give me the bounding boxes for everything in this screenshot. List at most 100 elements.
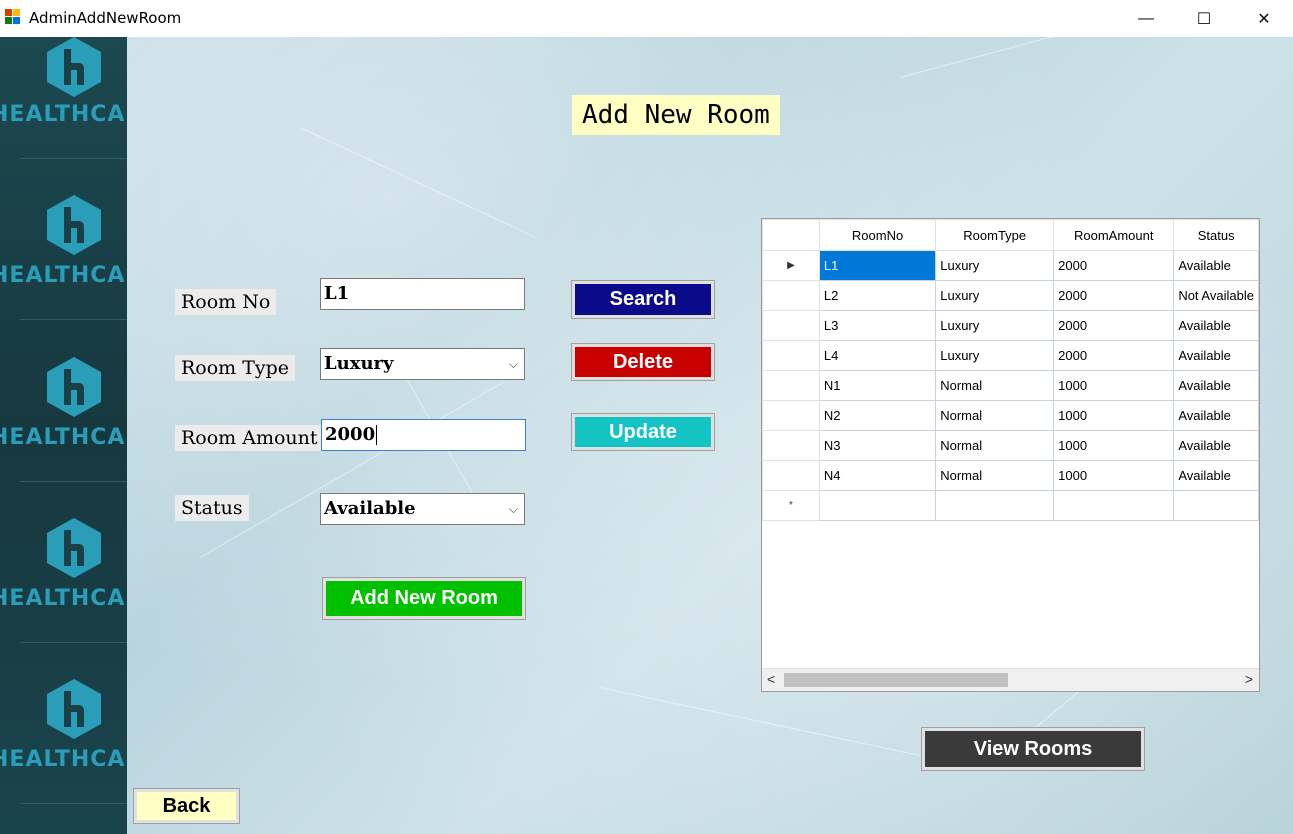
title-bar: AdminAddNewRoom — ☐ ✕ xyxy=(0,0,1293,37)
window-title: AdminAddNewRoom xyxy=(29,9,182,27)
row-header[interactable] xyxy=(762,460,820,491)
table-cell[interactable]: Available xyxy=(1173,430,1259,461)
brand-name: HEALTHCARE xyxy=(0,263,127,288)
table-cell[interactable]: Normal xyxy=(935,370,1055,401)
healthcare-logo-icon xyxy=(47,518,101,578)
healthcare-logo-icon xyxy=(47,357,101,417)
column-header-roomtype[interactable]: RoomType xyxy=(935,219,1055,251)
table-cell[interactable]: 2000 xyxy=(1053,280,1175,311)
table-row[interactable]: L2 Luxury 2000 Not Available xyxy=(762,280,1259,311)
table-cell[interactable] xyxy=(935,490,1055,521)
table-cell[interactable]: Available xyxy=(1173,460,1259,491)
brand-block: HEALTHCARE xyxy=(0,679,127,834)
table-cell[interactable]: Luxury xyxy=(935,250,1055,281)
brand-name: HEALTHCARE xyxy=(0,586,127,611)
table-cell[interactable]: Normal xyxy=(935,400,1055,431)
new-row-indicator-icon[interactable]: * xyxy=(762,490,820,521)
column-header-roomamount[interactable]: RoomAmount xyxy=(1053,219,1175,251)
table-cell[interactable]: L3 xyxy=(818,310,937,341)
app-icon xyxy=(5,9,21,25)
table-row[interactable]: L3 Luxury 2000 Available xyxy=(762,310,1259,341)
table-row[interactable]: L4 Luxury 2000 Available xyxy=(762,340,1259,371)
table-cell[interactable] xyxy=(818,490,937,521)
table-row[interactable]: ▶ L1 Luxury 2000 Available xyxy=(762,250,1259,281)
corner-header[interactable] xyxy=(762,219,820,251)
table-cell[interactable]: 1000 xyxy=(1053,370,1175,401)
table-cell[interactable]: 2000 xyxy=(1053,250,1175,281)
table-cell[interactable] xyxy=(1053,490,1175,521)
row-header[interactable] xyxy=(762,400,820,431)
page-title: Add New Room xyxy=(572,95,780,135)
table-cell[interactable]: 1000 xyxy=(1053,460,1175,491)
table-cell[interactable]: 2000 xyxy=(1053,340,1175,371)
horizontal-scrollbar[interactable]: < > xyxy=(762,668,1259,691)
row-header[interactable] xyxy=(762,340,820,371)
divider xyxy=(20,481,127,482)
back-button[interactable]: Back xyxy=(133,788,240,824)
table-cell[interactable]: N4 xyxy=(818,460,937,491)
table-row[interactable]: N1 Normal 1000 Available xyxy=(762,370,1259,401)
table-cell[interactable]: Luxury xyxy=(935,280,1055,311)
current-row-indicator-icon[interactable]: ▶ xyxy=(762,250,820,281)
grid-header-row: RoomNo RoomType RoomAmount Status xyxy=(762,219,1259,251)
table-cell[interactable]: Available xyxy=(1173,310,1259,341)
chevron-down-icon[interactable]: ⌵ xyxy=(509,349,518,379)
table-row[interactable]: N4 Normal 1000 Available xyxy=(762,460,1259,491)
room-no-label: Room No xyxy=(175,289,277,315)
maximize-icon[interactable]: ☐ xyxy=(1175,0,1233,37)
table-cell[interactable]: Normal xyxy=(935,460,1055,491)
brand-name: HEALTHCARE xyxy=(0,102,127,127)
table-cell[interactable]: 2000 xyxy=(1053,310,1175,341)
table-cell[interactable]: Normal xyxy=(935,430,1055,461)
brand-name: HEALTHCARE xyxy=(0,425,127,450)
healthcare-logo-icon xyxy=(47,37,101,97)
scroll-right-icon[interactable]: > xyxy=(1245,671,1253,687)
table-cell[interactable]: Available xyxy=(1173,250,1259,281)
divider xyxy=(20,319,127,320)
table-cell[interactable]: Available xyxy=(1173,400,1259,431)
brand-block: HEALTHCARE xyxy=(0,518,127,678)
row-header[interactable] xyxy=(762,310,820,341)
new-row[interactable]: * xyxy=(762,490,1259,521)
status-select[interactable]: Available ⌵ xyxy=(320,493,525,525)
divider xyxy=(20,803,127,804)
table-cell[interactable]: N2 xyxy=(818,400,937,431)
scrollbar-thumb[interactable] xyxy=(784,673,1008,687)
table-cell[interactable]: L2 xyxy=(818,280,937,311)
row-header[interactable] xyxy=(762,430,820,461)
table-cell[interactable]: Luxury xyxy=(935,340,1055,371)
table-cell[interactable]: Available xyxy=(1173,370,1259,401)
column-header-status[interactable]: Status xyxy=(1173,219,1259,251)
search-button[interactable]: Search xyxy=(571,280,715,319)
room-type-label: Room Type xyxy=(175,355,296,381)
delete-button[interactable]: Delete xyxy=(571,343,715,381)
room-amount-input[interactable]: 2000 xyxy=(321,419,526,451)
table-row[interactable]: N3 Normal 1000 Available xyxy=(762,430,1259,461)
update-button[interactable]: Update xyxy=(571,413,715,451)
rooms-data-grid[interactable]: RoomNo RoomType RoomAmount Status ▶ L1 L… xyxy=(761,218,1260,692)
table-cell[interactable]: L1 xyxy=(818,250,937,281)
add-new-room-button[interactable]: Add New Room xyxy=(322,577,526,620)
table-cell[interactable]: Available xyxy=(1173,340,1259,371)
scroll-left-icon[interactable]: < xyxy=(767,671,775,687)
table-cell[interactable]: L4 xyxy=(818,340,937,371)
table-cell[interactable]: N3 xyxy=(818,430,937,461)
room-type-select[interactable]: Luxury ⌵ xyxy=(320,348,525,380)
table-cell[interactable]: Not Available xyxy=(1173,280,1259,311)
table-cell[interactable]: 1000 xyxy=(1053,430,1175,461)
table-row[interactable]: N2 Normal 1000 Available xyxy=(762,400,1259,431)
view-rooms-button[interactable]: View Rooms xyxy=(921,727,1145,771)
table-cell[interactable]: 1000 xyxy=(1053,400,1175,431)
room-no-input[interactable]: L1 xyxy=(320,278,525,310)
chevron-down-icon[interactable]: ⌵ xyxy=(509,494,518,524)
close-icon[interactable]: ✕ xyxy=(1235,0,1293,37)
sidebar-brand-panel: HEALTHCARE HEALTHCARE HEALTHCARE HE xyxy=(0,37,127,834)
column-header-roomno[interactable]: RoomNo xyxy=(818,219,937,251)
table-cell[interactable]: Luxury xyxy=(935,310,1055,341)
row-header[interactable] xyxy=(762,370,820,401)
status-label: Status xyxy=(175,495,249,521)
table-cell[interactable]: N1 xyxy=(818,370,937,401)
row-header[interactable] xyxy=(762,280,820,311)
form-client-area: HEALTHCARE HEALTHCARE HEALTHCARE HE xyxy=(0,0,1293,834)
table-cell[interactable] xyxy=(1173,490,1259,521)
